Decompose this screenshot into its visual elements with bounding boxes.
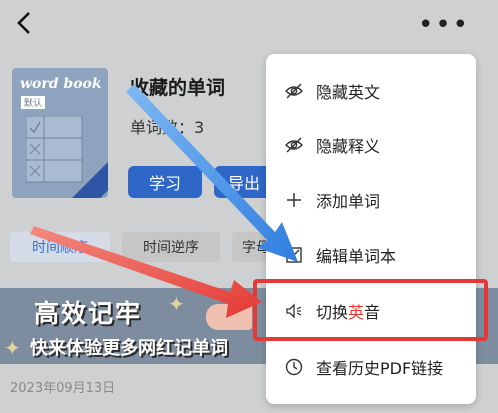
menu-item-label: 隐藏释义 xyxy=(316,137,381,156)
export-button[interactable]: 导出 xyxy=(214,166,274,198)
eye-off-icon xyxy=(285,137,303,153)
sparkle-icon: ✦ xyxy=(168,292,185,316)
menu-item-add-word[interactable]: 添加单词 xyxy=(266,175,476,225)
menu-item-label: 隐藏英文 xyxy=(316,83,381,102)
menu-item-label: 查看历史PDF链接 xyxy=(316,359,444,378)
plus-icon xyxy=(287,193,301,207)
top-bar: ••• xyxy=(0,0,498,48)
menu-item-hide-definition[interactable]: 隐藏释义 xyxy=(266,120,476,170)
date-label: 2023年09月13日 xyxy=(10,381,116,396)
cover-title: word book xyxy=(20,76,102,92)
wordbook-cover: word book 默认 xyxy=(12,68,108,198)
wordbook-title: 收藏的单词 xyxy=(130,77,226,99)
study-button[interactable]: 学习 xyxy=(128,166,202,198)
back-arrow-icon[interactable] xyxy=(14,8,36,38)
banner-headline: 高效记牢 xyxy=(34,299,143,328)
sparkle-icon: ✦ xyxy=(4,336,21,360)
menu-item-pdf-history[interactable]: 查看历史PDF链接 xyxy=(266,342,476,392)
menu-item-edit-wordbook[interactable]: 编辑单词本 xyxy=(266,230,476,280)
checklist-icon xyxy=(26,116,83,183)
pointing-hand-icon xyxy=(206,304,252,330)
sort-time-asc-chip[interactable]: 时间顺序 xyxy=(10,232,110,262)
highlight-box xyxy=(253,279,488,341)
edit-icon xyxy=(286,247,302,263)
options-menu: 隐藏英文 隐藏释义 添加单词 编辑单词本 切换英音 查看历史PDF链接 xyxy=(266,54,476,404)
menu-item-hide-english[interactable]: 隐藏英文 xyxy=(266,66,476,116)
eye-off-icon xyxy=(285,83,303,99)
more-options-icon[interactable]: ••• xyxy=(418,10,470,40)
banner-subline: 快来体验更多网红记单词 xyxy=(30,338,228,359)
menu-item-label: 添加单词 xyxy=(316,192,381,211)
menu-item-label: 编辑单词本 xyxy=(316,247,397,266)
word-count: 单词数：3 xyxy=(130,118,205,137)
clock-icon xyxy=(285,358,303,376)
cover-tag: 默认 xyxy=(21,96,46,109)
sort-time-desc-chip[interactable]: 时间逆序 xyxy=(122,232,220,262)
